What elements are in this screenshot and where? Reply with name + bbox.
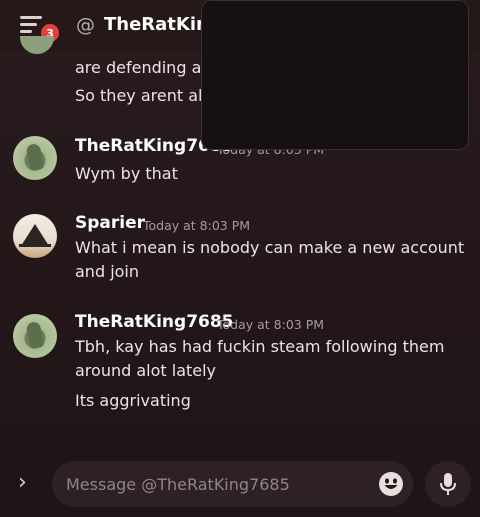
emoji-icon[interactable] bbox=[378, 471, 404, 497]
overlay-panel bbox=[201, 0, 469, 150]
message-text: Tbh, kay has had fuckin steam following … bbox=[75, 337, 445, 356]
message-text: and join bbox=[75, 262, 140, 281]
message-timestamp: Today at 8:03 PM bbox=[217, 317, 325, 332]
message-text: are defending a g bbox=[75, 58, 217, 77]
message-author[interactable]: TheRatKing7685 bbox=[75, 312, 234, 332]
microphone-icon bbox=[440, 473, 456, 495]
chevron-right-icon[interactable]: › bbox=[18, 470, 36, 496]
at-icon: @ bbox=[76, 14, 95, 36]
message-timestamp: Today at 8:03 PM bbox=[143, 218, 251, 233]
message-input[interactable] bbox=[52, 461, 413, 507]
message-text: What i mean is nobody can make a new acc… bbox=[75, 238, 465, 257]
avatar[interactable] bbox=[13, 314, 57, 358]
channel-title[interactable]: TheRatKing7685 bbox=[104, 14, 214, 35]
voice-message-button[interactable] bbox=[425, 461, 471, 507]
avatar[interactable] bbox=[13, 214, 57, 258]
avatar[interactable] bbox=[13, 136, 57, 180]
message-author[interactable]: Sparier bbox=[75, 213, 145, 233]
message-text: Its aggrivating bbox=[75, 391, 191, 410]
message-text: So they arent all bbox=[75, 86, 207, 105]
message-text: Wym by that bbox=[75, 164, 178, 183]
message-text: around alot lately bbox=[75, 361, 217, 380]
